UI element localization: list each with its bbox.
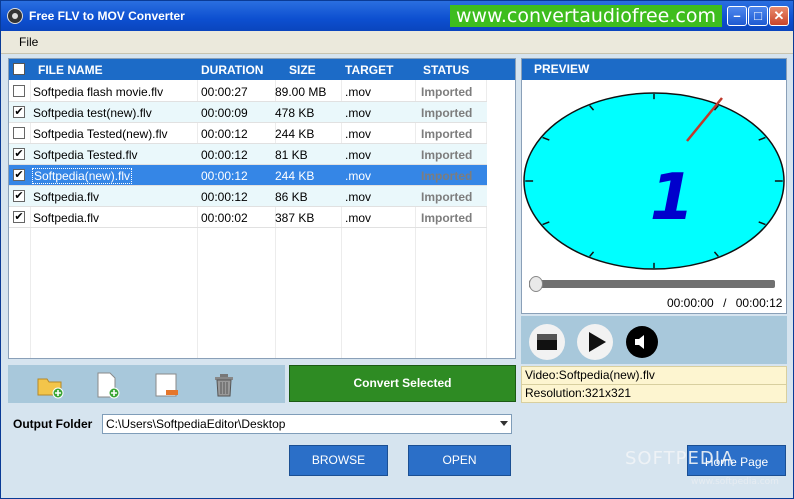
current-time: 00:00:00 bbox=[667, 296, 714, 310]
cell-target: .mov bbox=[345, 148, 372, 162]
cell-target: .mov bbox=[345, 127, 372, 141]
output-folder-select[interactable]: C:\Users\SoftpediaEditor\Desktop bbox=[102, 414, 512, 434]
watermark-brand: SOFTPEDIA bbox=[625, 448, 735, 469]
cell-status: Imported bbox=[421, 169, 473, 183]
output-folder-path: C:\Users\SoftpediaEditor\Desktop bbox=[106, 417, 286, 431]
cell-file: Softpedia Tested(new).flv bbox=[33, 127, 168, 141]
file-list-header: FILE NAME DURATION SIZE TARGET STATUS bbox=[9, 59, 515, 80]
cell-status: Imported bbox=[421, 211, 473, 225]
column-target[interactable]: TARGET bbox=[345, 63, 393, 77]
title-bar[interactable]: Free FLV to MOV Converter www.convertaud… bbox=[1, 1, 793, 31]
file-row[interactable]: ✔ Softpedia.flv 00:00:12 86 KB .mov Imported bbox=[9, 186, 487, 207]
time-display: 00:00:00 / 00:00:12 bbox=[667, 296, 782, 310]
cell-file: Softpedia Tested.flv bbox=[33, 148, 138, 162]
row-checkbox[interactable]: ✔ bbox=[13, 190, 25, 202]
preview-video-frame: 1 bbox=[523, 92, 785, 270]
volume-button[interactable] bbox=[626, 326, 658, 358]
row-checkbox[interactable]: ✔ bbox=[13, 148, 25, 160]
file-row[interactable]: Softpedia Tested(new).flv 00:00:12 244 KB.… bbox=[9, 123, 487, 144]
cell-target: .mov bbox=[345, 85, 372, 99]
play-button[interactable] bbox=[577, 324, 613, 360]
cell-status: Imported bbox=[421, 127, 473, 141]
remove-file-icon[interactable] bbox=[152, 371, 180, 399]
play-icon bbox=[589, 332, 606, 352]
row-checkbox[interactable]: ✔ bbox=[13, 106, 25, 118]
cell-size: 387 KB bbox=[275, 211, 315, 225]
cell-duration: 00:00:02 bbox=[201, 211, 248, 225]
file-row[interactable]: ✔ Softpedia.flv 00:00:02 387 KB .mov Imported bbox=[9, 207, 487, 228]
time-separator: / bbox=[723, 296, 727, 310]
convert-selected-button[interactable]: Convert Selected bbox=[289, 365, 516, 402]
add-folder-icon[interactable] bbox=[36, 371, 64, 399]
menu-file[interactable]: File bbox=[19, 35, 38, 49]
cell-file: Softpedia.flv bbox=[33, 211, 100, 225]
row-checkbox[interactable]: ✔ bbox=[13, 211, 25, 223]
cell-size: 478 KB bbox=[275, 106, 315, 120]
row-checkbox[interactable]: ✔ bbox=[13, 169, 25, 181]
resolution-info: Resolution:321x321 bbox=[521, 384, 787, 403]
select-all-checkbox[interactable] bbox=[13, 63, 25, 75]
minimize-button[interactable]: – bbox=[727, 6, 747, 26]
cell-duration: 00:00:12 bbox=[201, 127, 248, 141]
cell-status: Imported bbox=[421, 148, 473, 162]
column-duration[interactable]: DURATION bbox=[201, 63, 263, 77]
cell-duration: 00:00:12 bbox=[201, 148, 248, 162]
watermark-url: www.softpedia.com bbox=[691, 477, 779, 487]
column-file-name[interactable]: FILE NAME bbox=[38, 63, 103, 77]
file-row[interactable]: ✔ Softpedia(new).flv 00:00:12 244 KB .mov Imp… bbox=[9, 165, 487, 186]
cell-size: 244 KB bbox=[275, 169, 315, 183]
cell-size: 81 KB bbox=[275, 148, 308, 162]
cell-file: Softpedia(new).flv bbox=[31, 168, 133, 184]
app-window: Free FLV to MOV Converter www.convertaud… bbox=[0, 0, 794, 499]
promo-link[interactable]: www.convertaudiofree.com bbox=[450, 5, 722, 27]
file-row[interactable]: Softpedia flash movie.flv 00:00:27 89.00 M… bbox=[9, 81, 487, 102]
cell-duration: 00:00:12 bbox=[201, 190, 248, 204]
preview-panel: PREVIEW 1 bbox=[521, 58, 787, 314]
file-row[interactable]: ✔ Softpedia Tested.flv 00:00:12 81 KB .mov Im… bbox=[9, 144, 487, 165]
speaker-icon bbox=[635, 335, 644, 349]
total-time: 00:00:12 bbox=[735, 296, 783, 310]
cell-target: .mov bbox=[345, 211, 372, 225]
column-status[interactable]: STATUS bbox=[423, 63, 469, 77]
cell-size: 86 KB bbox=[275, 190, 308, 204]
row-checkbox[interactable] bbox=[13, 127, 25, 139]
cell-status: Imported bbox=[421, 85, 473, 99]
chevron-down-icon[interactable] bbox=[500, 421, 508, 426]
preview-title: PREVIEW bbox=[522, 59, 786, 80]
cell-file: Softpedia flash movie.flv bbox=[33, 85, 164, 99]
file-list: FILE NAME DURATION SIZE TARGET STATUS So… bbox=[8, 58, 516, 359]
maximize-button[interactable]: □ bbox=[748, 6, 768, 26]
column-size[interactable]: SIZE bbox=[289, 63, 316, 77]
cell-file: Softpedia test(new).flv bbox=[33, 106, 152, 120]
seek-handle[interactable] bbox=[529, 276, 543, 292]
seek-bar[interactable] bbox=[529, 280, 775, 288]
clock-digit: 1 bbox=[650, 161, 695, 235]
cell-file: Softpedia.flv bbox=[33, 190, 100, 204]
cell-duration: 00:00:27 bbox=[201, 85, 248, 99]
file-row[interactable]: ✔ Softpedia test(new).flv 00:00:09 478 KB .m… bbox=[9, 102, 487, 123]
close-button[interactable]: ✕ bbox=[769, 6, 789, 26]
cell-status: Imported bbox=[421, 106, 473, 120]
file-toolbar bbox=[8, 365, 285, 403]
cell-target: .mov bbox=[345, 106, 372, 120]
stop-icon bbox=[537, 334, 557, 350]
open-button[interactable]: OPEN bbox=[408, 445, 511, 476]
cell-duration: 00:00:12 bbox=[201, 169, 248, 183]
window-title: Free FLV to MOV Converter bbox=[29, 9, 185, 23]
video-info: Video:Softpedia(new).flv bbox=[521, 366, 787, 385]
stop-button[interactable] bbox=[529, 324, 565, 360]
trash-icon[interactable] bbox=[210, 371, 238, 399]
cell-duration: 00:00:09 bbox=[201, 106, 248, 120]
add-file-icon[interactable] bbox=[93, 371, 121, 399]
film-reel-icon bbox=[7, 8, 23, 24]
cell-size: 89.00 MB bbox=[275, 85, 327, 99]
output-folder-label: Output Folder bbox=[13, 417, 93, 431]
cell-status: Imported bbox=[421, 190, 473, 204]
browse-button[interactable]: BROWSE bbox=[289, 445, 388, 476]
row-checkbox[interactable] bbox=[13, 85, 25, 97]
menu-bar: File bbox=[1, 31, 793, 54]
cell-target: .mov bbox=[345, 169, 372, 183]
cell-target: .mov bbox=[345, 190, 372, 204]
cell-size: 244 KB bbox=[275, 127, 315, 141]
